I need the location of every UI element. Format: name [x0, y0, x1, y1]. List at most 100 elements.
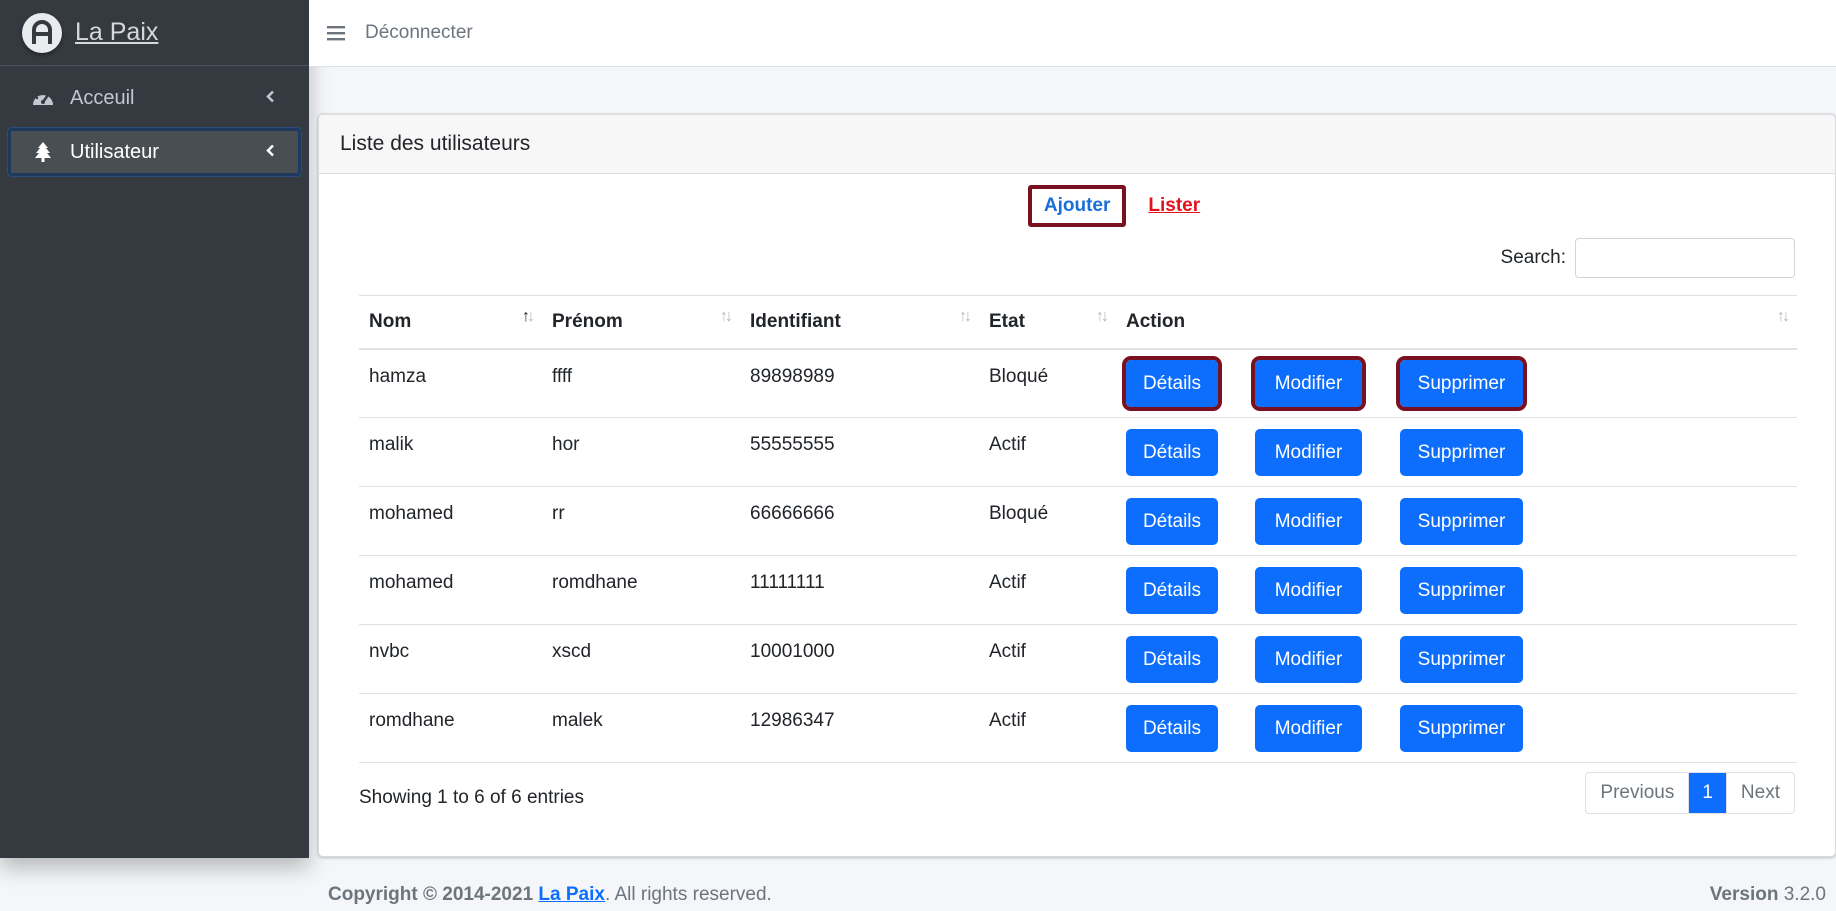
users-card: Liste des utilisateurs Ajouter Lister Se… [318, 114, 1836, 857]
details-button[interactable]: Détails [1126, 566, 1218, 614]
version-value: 3.2.0 [1783, 884, 1826, 905]
table-row: mohamed rr 66666666 Bloqué Détails Modifi… [359, 486, 1797, 556]
previous-page-button[interactable]: Previous [1586, 773, 1688, 813]
column-header-prenom[interactable]: Prénom ↑↓ [542, 295, 740, 350]
sort-icon: ↑↓ [522, 308, 535, 325]
cell-nom: malik [359, 417, 542, 487]
cell-prenom: ffff [542, 348, 740, 418]
cell-etat: Actif [979, 624, 1116, 694]
sort-icon: ↑↓ [959, 308, 972, 325]
pagination: Previous 1 Next [1585, 772, 1795, 814]
sidebar: La Paix Acceuil Utilisateur [0, 0, 309, 858]
card-links: Ajouter Lister [319, 185, 1835, 227]
brand-logo-icon [22, 12, 62, 53]
sidebar-item-label: Utilisateur [70, 140, 159, 163]
column-header-nom[interactable]: Nom ↑↓ [359, 295, 542, 350]
cell-etat: Actif [979, 693, 1116, 763]
brand-name[interactable]: La Paix [75, 18, 158, 47]
page-1-button[interactable]: 1 [1688, 773, 1726, 813]
table-row: romdhane malek 12986347 Actif Détails Mod… [359, 693, 1797, 763]
sort-icon: ↑↓ [1777, 308, 1790, 325]
tree-icon [30, 141, 56, 163]
column-header-etat[interactable]: Etat ↑↓ [979, 295, 1116, 350]
list-users-link[interactable]: Lister [1148, 185, 1200, 227]
modifier-button[interactable]: Modifier [1255, 635, 1362, 683]
modifier-button[interactable]: Modifier [1255, 566, 1362, 614]
sort-icon: ↑↓ [720, 308, 733, 325]
table-info: Showing 1 to 6 of 6 entries [359, 787, 584, 808]
table-row: mohamed romdhane 11111111 Actif Détails M… [359, 555, 1797, 625]
details-button[interactable]: Détails [1126, 497, 1218, 545]
cell-identifiant: 89898989 [740, 348, 979, 418]
column-header-action[interactable]: Action ↑↓ [1116, 295, 1797, 350]
table-row: hamza ffff 89898989 Bloqué Détails Modifi… [359, 348, 1797, 418]
cell-identifiant: 66666666 [740, 486, 979, 556]
cell-actions: Détails Modifier Supprimer [1116, 486, 1797, 556]
modifier-button[interactable]: Modifier [1255, 704, 1362, 752]
details-button[interactable]: Détails [1126, 635, 1218, 683]
table-header-row: Nom ↑↓ Prénom ↑↓ Identifiant ↑↓ Etat ↑↓ … [359, 295, 1797, 350]
cell-identifiant: 12986347 [740, 693, 979, 763]
cell-nom: hamza [359, 348, 542, 418]
cell-nom: mohamed [359, 555, 542, 625]
cell-nom: nvbc [359, 624, 542, 694]
details-button[interactable]: Détails [1126, 428, 1218, 476]
brand[interactable]: La Paix [0, 0, 309, 66]
supprimer-button[interactable]: Supprimer [1400, 497, 1523, 545]
tachometer-icon [30, 88, 56, 108]
supprimer-button[interactable]: Supprimer [1400, 704, 1523, 752]
cell-nom: romdhane [359, 693, 542, 763]
footer-brand-link[interactable]: La Paix [538, 884, 605, 905]
cell-identifiant: 11111111 [740, 555, 979, 625]
logout-link[interactable]: Déconnecter [365, 22, 473, 44]
cell-nom: mohamed [359, 486, 542, 556]
details-button[interactable]: Détails [1126, 704, 1218, 752]
cell-etat: Actif [979, 417, 1116, 487]
modifier-button[interactable]: Modifier [1255, 428, 1362, 476]
cell-identifiant: 10001000 [740, 624, 979, 694]
cell-actions: Détails Modifier Supprimer [1116, 624, 1797, 694]
search-box: Search: [1501, 238, 1795, 278]
details-button[interactable]: Détails [1122, 355, 1222, 411]
modifier-button[interactable]: Modifier [1251, 355, 1366, 411]
supprimer-button[interactable]: Supprimer [1400, 635, 1523, 683]
sidebar-item-acceuil[interactable]: Acceuil [8, 74, 301, 122]
cell-actions: Détails Modifier Supprimer [1116, 417, 1797, 487]
card-title: Liste des utilisateurs [319, 115, 1835, 174]
users-table: Nom ↑↓ Prénom ↑↓ Identifiant ↑↓ Etat ↑↓ … [359, 295, 1797, 763]
sidebar-item-utilisateur[interactable]: Utilisateur [8, 128, 301, 176]
add-user-link[interactable]: Ajouter [1027, 185, 1127, 227]
chevron-left-icon [265, 87, 275, 110]
cell-actions: Détails Modifier Supprimer [1116, 555, 1797, 625]
cell-prenom: malek [542, 693, 740, 763]
footer-copyright: Copyright © 2014-2021 [328, 884, 534, 905]
cell-etat: Actif [979, 555, 1116, 625]
footer: Copyright © 2014-2021 La Paix. All right… [328, 884, 772, 906]
cell-prenom: rr [542, 486, 740, 556]
supprimer-button[interactable]: Supprimer [1400, 566, 1523, 614]
supprimer-button[interactable]: Supprimer [1396, 355, 1527, 411]
sort-icon: ↑↓ [1096, 308, 1109, 325]
version-label: Version [1709, 884, 1779, 905]
top-navbar: Déconnecter [309, 0, 1836, 67]
table-row: nvbc xscd 10001000 Actif Détails Modifier… [359, 624, 1797, 694]
search-input[interactable] [1575, 238, 1795, 278]
cell-actions: Détails Modifier Supprimer [1116, 693, 1797, 763]
cell-prenom: xscd [542, 624, 740, 694]
footer-rights: . All rights reserved. [604, 884, 772, 905]
modifier-button[interactable]: Modifier [1255, 497, 1362, 545]
column-header-identifiant[interactable]: Identifiant ↑↓ [740, 295, 979, 350]
cell-identifiant: 55555555 [740, 417, 979, 487]
hamburger-icon[interactable] [319, 16, 353, 50]
version-info: Version 3.2.0 [1710, 884, 1826, 906]
chevron-left-icon [265, 141, 275, 164]
cell-actions: Détails Modifier Supprimer [1116, 348, 1797, 418]
search-label: Search: [1500, 247, 1566, 268]
cell-prenom: hor [542, 417, 740, 487]
cell-etat: Bloqué [979, 348, 1116, 418]
next-page-button[interactable]: Next [1725, 773, 1794, 813]
supprimer-button[interactable]: Supprimer [1400, 428, 1523, 476]
sidebar-item-label: Acceuil [70, 86, 135, 109]
cell-etat: Bloqué [979, 486, 1116, 556]
cell-prenom: romdhane [542, 555, 740, 625]
